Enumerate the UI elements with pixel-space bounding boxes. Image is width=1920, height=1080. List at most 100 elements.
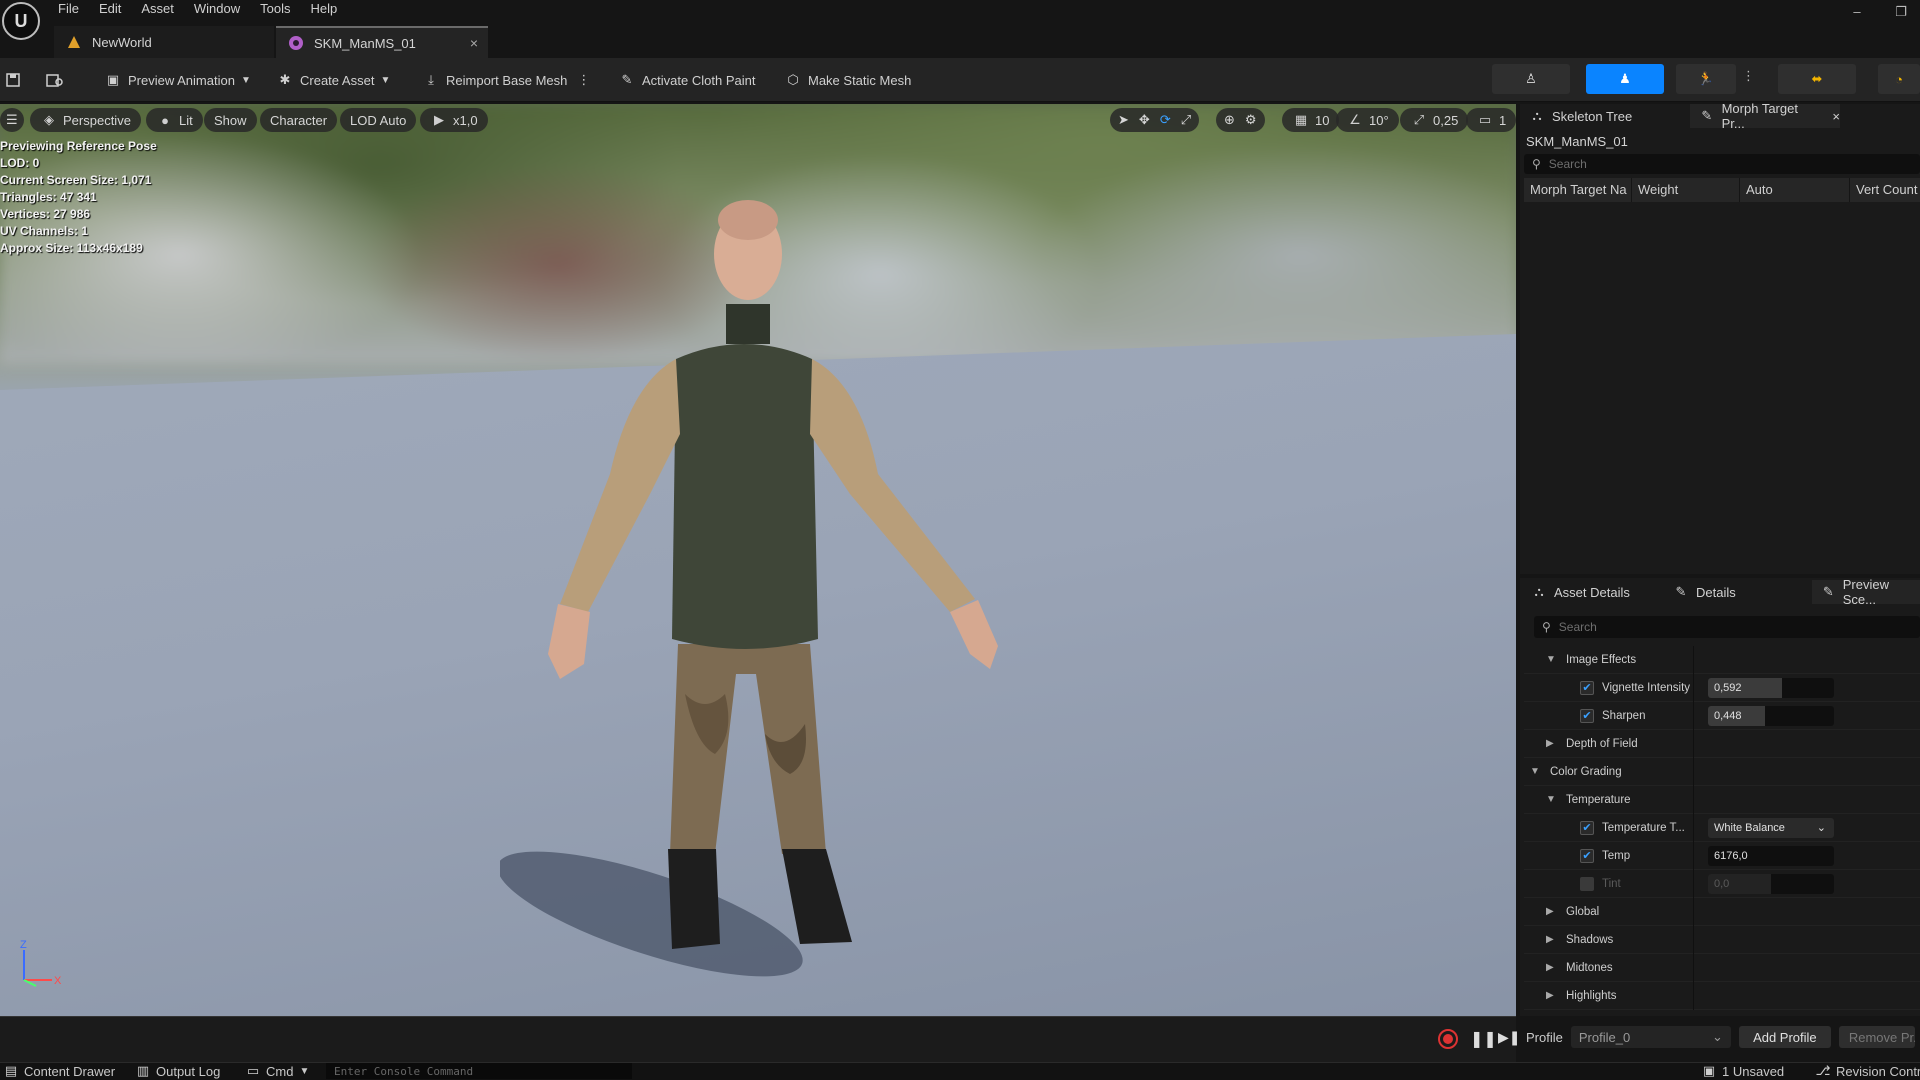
camera-speed-button[interactable]: ▭ 1	[1466, 108, 1517, 132]
tab-details[interactable]: ✎ Details	[1664, 580, 1804, 604]
console-command-input[interactable]: Enter Console Command	[326, 1063, 632, 1079]
browse-asset-icon[interactable]	[46, 68, 70, 92]
menu-edit[interactable]: Edit	[89, 0, 131, 18]
tint-checkbox[interactable]	[1580, 876, 1594, 891]
content-drawer-button[interactable]: ▤ Content Drawer	[4, 1063, 115, 1079]
lit-label: Lit	[179, 112, 193, 128]
tab-preview-scene[interactable]: ✎ Preview Sce...	[1812, 577, 1920, 607]
rotation-snap-button[interactable]: ∠ 10°	[1336, 108, 1399, 132]
restore-icon[interactable]: ❐	[1890, 4, 1912, 22]
tab-morph-target-preview[interactable]: ✎ Morph Target Pr... ×	[1690, 101, 1840, 131]
category-label: Depth of Field	[1566, 737, 1638, 750]
temp-checkbox[interactable]: ✔	[1580, 848, 1594, 863]
select-icon[interactable]: ➤	[1118, 112, 1129, 128]
more-options-icon[interactable]: ⋮	[577, 72, 590, 88]
running-figure-icon: 🏃	[1697, 71, 1715, 86]
playback-speed-button[interactable]: ▶ x1,0	[420, 108, 488, 132]
viewport[interactable]: Z X	[0, 104, 1516, 1016]
category-depth-of-field[interactable]: ▶ Depth of Field	[1524, 729, 1920, 758]
tint-value-slider[interactable]: 0,0	[1708, 873, 1834, 894]
expand-arrow-icon: ▶	[1546, 990, 1554, 1001]
preview-animation-button[interactable]: ▣ Preview Animation ▼	[104, 68, 251, 92]
vignette-value-slider[interactable]: 0,592	[1708, 677, 1834, 698]
scale-snap-button[interactable]: ⤢ 0,25	[1400, 108, 1469, 132]
level-icon	[66, 34, 82, 50]
category-global[interactable]: ▶ Global	[1524, 897, 1920, 926]
category-temperature[interactable]: ▼ Temperature	[1524, 785, 1920, 814]
chevron-down-icon: ⌄	[1816, 821, 1826, 834]
unsaved-button[interactable]: ▣ 1 Unsaved	[1702, 1063, 1784, 1079]
more-modes-icon[interactable]: ⋮	[1742, 68, 1755, 84]
column-auto[interactable]: Auto	[1740, 178, 1850, 202]
tab-skm-manms-01[interactable]: SKM_ManMS_01 ×	[276, 26, 488, 58]
scale-icon[interactable]: ⤢	[1181, 112, 1191, 128]
category-color-grading[interactable]: ▼ Color Grading	[1524, 757, 1920, 786]
output-log-button[interactable]: ▥ Output Log	[136, 1063, 220, 1079]
character-mesh[interactable]	[500, 134, 1040, 1004]
vignette-checkbox[interactable]: ✔	[1580, 680, 1594, 695]
physics-mode-button[interactable]: ◔	[1878, 64, 1920, 94]
morph-search-input[interactable]: ⚲ Search	[1524, 154, 1920, 174]
pause-icon[interactable]: ❚❚	[1470, 1029, 1497, 1049]
skeleton-mode-button[interactable]: ♙	[1492, 64, 1570, 94]
lod-button[interactable]: LOD Auto	[340, 108, 417, 132]
details-search-input[interactable]: ⚲ Search	[1534, 616, 1920, 638]
revision-control-icon: ⎇	[1816, 1063, 1831, 1078]
hamburger-icon: ☰	[6, 112, 18, 127]
sharpen-value-slider[interactable]: 0,448	[1708, 705, 1834, 726]
column-weight[interactable]: Weight	[1632, 178, 1740, 202]
chevron-down-icon: ▼	[299, 1065, 310, 1077]
close-tab-icon[interactable]: ×	[470, 35, 478, 51]
column-morph-target-name[interactable]: Morph Target Na	[1524, 178, 1632, 202]
record-icon[interactable]	[1438, 1029, 1458, 1049]
minimize-icon[interactable]: –	[1846, 4, 1868, 22]
rotate-icon[interactable]: ⟳	[1160, 112, 1171, 128]
remove-profile-button[interactable]: Remove Pr...	[1838, 1026, 1915, 1048]
tab-label: Details	[1696, 584, 1736, 600]
category-image-effects[interactable]: ▼ Image Effects	[1524, 645, 1920, 674]
show-button[interactable]: Show	[204, 108, 257, 132]
grid-snap-button[interactable]: ▦ 10	[1282, 108, 1340, 132]
tab-asset-details[interactable]: ⛬ Asset Details	[1522, 580, 1662, 604]
animation-mode-button[interactable]: 🏃	[1676, 64, 1736, 94]
menu-window[interactable]: Window	[184, 0, 250, 18]
step-forward-icon[interactable]: ▶❚	[1498, 1029, 1521, 1046]
reimport-label: Reimport Base Mesh	[446, 72, 568, 88]
menu-asset[interactable]: Asset	[131, 0, 184, 18]
tab-newworld[interactable]: NewWorld	[54, 26, 274, 58]
temperature-type-checkbox[interactable]: ✔	[1580, 820, 1594, 835]
mesh-mode-button[interactable]: ♟	[1586, 64, 1664, 94]
column-vert-count[interactable]: Vert Count	[1850, 178, 1920, 202]
category-highlights[interactable]: ▶ Highlights	[1524, 981, 1920, 1010]
world-space-icon[interactable]: ⊕	[1224, 112, 1235, 128]
perspective-button[interactable]: ◈ Perspective	[30, 108, 141, 132]
viewport-options-button[interactable]: ☰	[0, 108, 24, 132]
revision-control-button[interactable]: ⎇ Revision Contr...	[1816, 1063, 1920, 1079]
cmd-dropdown[interactable]: ▭ Cmd ▼	[246, 1063, 310, 1079]
menu-help[interactable]: Help	[300, 0, 347, 18]
chevron-down-icon: ⌄	[1711, 1029, 1723, 1044]
menu-file[interactable]: File	[48, 0, 89, 18]
category-midtones[interactable]: ▶ Midtones	[1524, 953, 1920, 982]
translate-icon[interactable]: ✥	[1139, 112, 1150, 128]
character-button[interactable]: Character	[260, 108, 338, 132]
close-tab-icon[interactable]: ×	[1832, 109, 1840, 124]
profile-dropdown[interactable]: Profile_0 ⌄	[1570, 1026, 1731, 1048]
temperature-type-dropdown[interactable]: White Balance ⌄	[1708, 817, 1834, 838]
category-shadows[interactable]: ▶ Shadows	[1524, 925, 1920, 954]
lit-button[interactable]: ● Lit	[146, 108, 203, 132]
tab-skeleton-tree[interactable]: ⛬ Skeleton Tree	[1520, 104, 1690, 128]
unreal-logo-icon[interactable]: U	[2, 2, 40, 40]
menu-tools[interactable]: Tools	[250, 0, 300, 18]
rotation-snap-value: 10°	[1369, 112, 1389, 128]
make-static-mesh-button[interactable]: ⬡ Make Static Mesh	[784, 68, 911, 92]
blueprint-mode-button[interactable]: ⬌	[1778, 64, 1856, 94]
reimport-base-mesh-button[interactable]: ⤓ Reimport Base Mesh ⋮	[422, 68, 590, 92]
sharpen-checkbox[interactable]: ✔	[1580, 708, 1594, 723]
surface-snap-icon[interactable]: ⚙	[1245, 112, 1257, 128]
save-icon[interactable]	[4, 68, 28, 92]
create-asset-button[interactable]: ✱ Create Asset ▼	[276, 68, 391, 92]
add-profile-button[interactable]: Add Profile	[1738, 1026, 1831, 1048]
temp-value-input[interactable]: 6176,0	[1708, 845, 1834, 866]
activate-cloth-paint-button[interactable]: ✎ Activate Cloth Paint	[618, 68, 756, 92]
